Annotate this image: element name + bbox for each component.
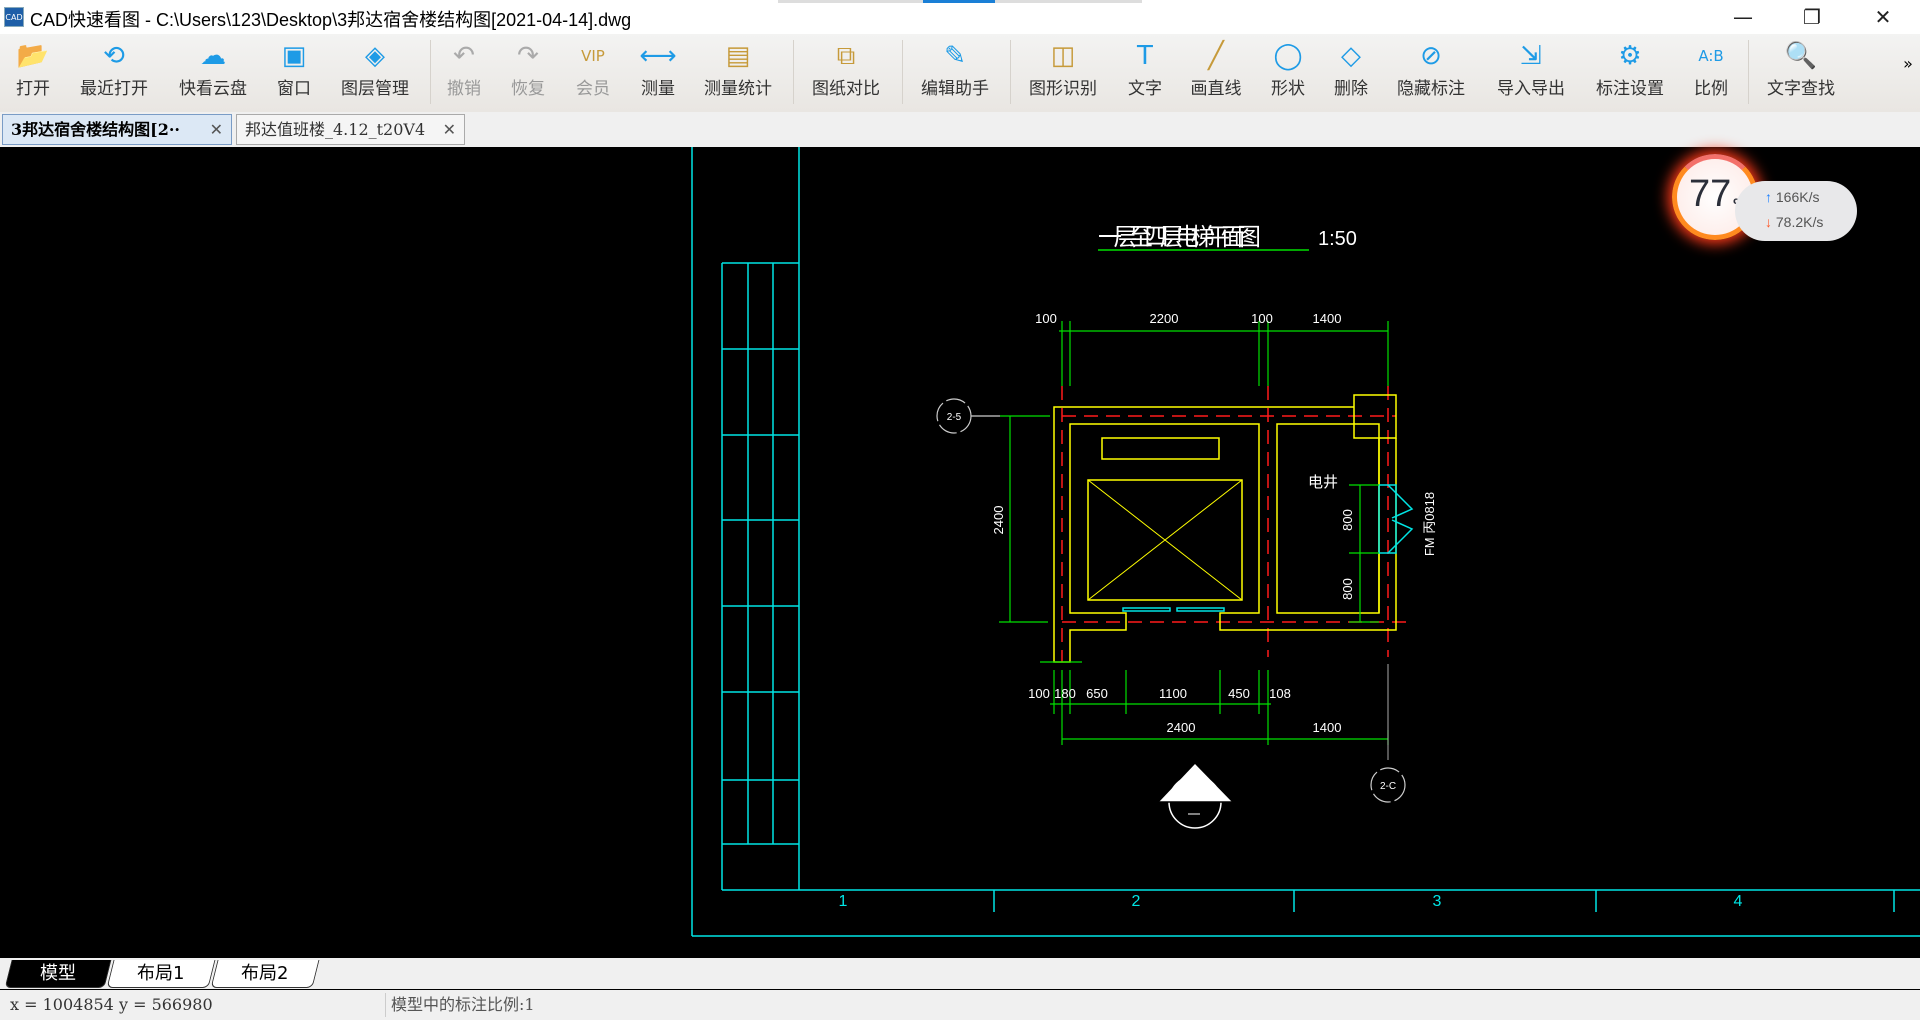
drawing-frame (691, 147, 1920, 937)
dimension-label: 800 (1340, 578, 1355, 600)
door-label: FM 丙0818 (1422, 492, 1437, 556)
dimension-label: 2400 (1167, 720, 1196, 735)
status-bar: x = 1004854 y = 566980 模型中的标注比例:1 (0, 990, 1920, 1020)
dimension-label: 2200 (1150, 311, 1179, 326)
frame-number: 1 (839, 893, 848, 910)
tab-layout1[interactable]: 布局1 (106, 960, 216, 988)
layout-tabs: 模型 布局1 布局2 (0, 958, 1920, 990)
upload-speed: 166K/s (1775, 189, 1820, 205)
download-arrow-icon: ↓ (1765, 214, 1772, 230)
drawing-title: 一层至四层电梯平面图 (1098, 224, 1261, 251)
divider (385, 993, 386, 1017)
annotation-scale: 模型中的标注比例:1 (391, 995, 535, 1014)
dimension-label: 1400 (1313, 311, 1342, 326)
dimension-label: 450 (1228, 686, 1250, 701)
drawing-canvas[interactable]: 1 2 3 4 一层至四层电梯平面图 1:50 100 2200 100 140… (0, 0, 1920, 958)
speed-panel: ↑ 166K/s ↓ 78.2K/s (1735, 181, 1857, 241)
axis-label: 2-5 (947, 412, 962, 423)
dimension-label: 1100 (1159, 686, 1187, 701)
dimension-label: 100 (1028, 686, 1050, 701)
dimension-label: 100 (1251, 311, 1273, 326)
download-speed: 78.2K/s (1775, 214, 1824, 230)
upload-arrow-icon: ↑ (1765, 189, 1772, 205)
dimension-label: 2400 (991, 506, 1006, 535)
room-label: 电井 (1308, 474, 1338, 491)
dimension-label: 100 (1035, 311, 1057, 326)
section-symbol (1159, 764, 1232, 829)
drawing-scale: 1:50 (1318, 228, 1357, 250)
memory-percent: 77 (1689, 173, 1732, 215)
axis-label: 2-C (1380, 781, 1396, 792)
dimension-label: 108 (1269, 686, 1291, 701)
tab-model[interactable]: 模型 (4, 960, 112, 988)
frame-number: 2 (1132, 893, 1141, 910)
tab-label: 布局2 (241, 963, 289, 984)
frame-number: 4 (1734, 893, 1743, 910)
frame-number: 3 (1433, 893, 1442, 910)
dimension-label: 650 (1086, 686, 1108, 701)
dimension-lines (999, 321, 1389, 745)
dimension-label: 800 (1340, 509, 1355, 531)
tab-label: 模型 (40, 963, 76, 984)
cursor-coordinates: x = 1004854 y = 566980 (10, 995, 213, 1014)
dimension-label: 1400 (1313, 720, 1342, 735)
tab-layout2[interactable]: 布局2 (210, 960, 320, 988)
dimension-label: 180 (1054, 686, 1076, 701)
tab-label: 布局1 (137, 963, 185, 984)
